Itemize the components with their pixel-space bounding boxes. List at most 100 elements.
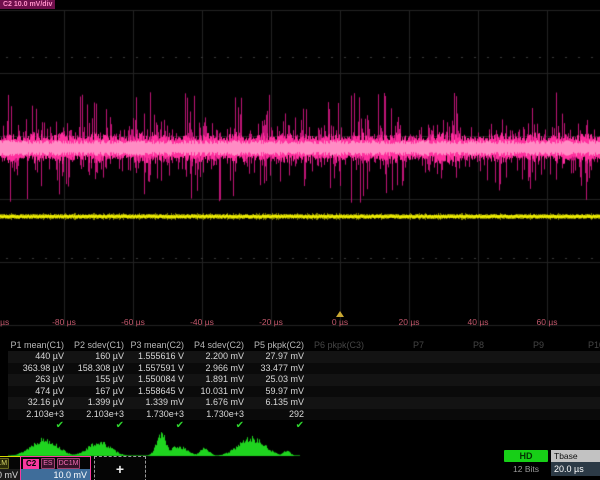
trace-descriptor-overlay: C2 10.0 mV/div xyxy=(0,0,55,9)
timebase-value: 20.0 µs xyxy=(551,462,600,476)
measurement-value: 1.555616 V xyxy=(128,351,188,363)
c2-volts-per-div: 10.0 mV xyxy=(21,469,90,480)
c1-coupling-badge: DC1M xyxy=(0,458,9,469)
measurement-value xyxy=(308,363,368,375)
c1-volts-per-div: 5.00 mV xyxy=(0,469,21,480)
measurement-value xyxy=(488,363,548,375)
measurement-header-p5[interactable]: P5 pkpk(C2) xyxy=(248,339,308,351)
time-axis-label: -80 µs xyxy=(40,317,88,327)
channel-c1-descriptor[interactable]: C1 DC1M 5.00 mV xyxy=(0,456,22,480)
measurement-row: ✔✔✔✔✔ xyxy=(8,420,600,431)
measurement-value: 263 µV xyxy=(8,374,68,386)
timebase-label: Tbase xyxy=(551,450,600,462)
measurement-value xyxy=(548,409,600,421)
measurement-value xyxy=(428,363,488,375)
measurement-header-p8[interactable]: P8 xyxy=(428,339,488,351)
measurement-header-p10[interactable]: P10 xyxy=(548,339,600,351)
measurement-value xyxy=(488,397,548,409)
measurement-value: 1.399 µV xyxy=(68,397,128,409)
measurement-value: 1.891 mV xyxy=(188,374,248,386)
timebase-descriptor[interactable]: Tbase 20.0 µs xyxy=(551,450,600,480)
measurement-value: 158.308 µV xyxy=(68,363,128,375)
measurement-value xyxy=(428,397,488,409)
measurement-status-check xyxy=(548,420,600,431)
time-axis-label: 20 µs xyxy=(385,317,433,327)
measurement-value: 440 µV xyxy=(8,351,68,363)
measurement-status-check: ✔ xyxy=(188,420,248,431)
measurement-value: 2.966 mV xyxy=(188,363,248,375)
measurement-row: 263 µV155 µV1.550084 V1.891 mV25.03 mV xyxy=(8,374,600,386)
measurement-header-p6[interactable]: P6 pkpk(C3) xyxy=(308,339,368,351)
measurement-header-p1[interactable]: P1 mean(C1) xyxy=(8,339,68,351)
measurement-value xyxy=(548,386,600,398)
measurement-header-p9[interactable]: P9 xyxy=(488,339,548,351)
measurement-value: 2.103e+3 xyxy=(8,409,68,421)
measurement-value: 1.550084 V xyxy=(128,374,188,386)
measurement-value: 167 µV xyxy=(68,386,128,398)
measurement-value xyxy=(368,374,428,386)
measurement-value: 160 µV xyxy=(68,351,128,363)
measurement-value xyxy=(488,386,548,398)
measurement-value xyxy=(548,374,600,386)
hd-mode-badge[interactable]: HD xyxy=(504,450,548,462)
trigger-position-marker[interactable] xyxy=(336,311,344,317)
measurement-value xyxy=(488,374,548,386)
measurement-row: 2.103e+32.103e+31.730e+31.730e+3292 xyxy=(8,409,600,421)
measurement-value: 1.730e+3 xyxy=(188,409,248,421)
measurement-row: 440 µV160 µV1.555616 V2.200 mV27.97 mV xyxy=(8,351,600,363)
measurement-row: 363.98 µV158.308 µV1.557591 V2.966 mV33.… xyxy=(8,363,600,375)
measurement-value xyxy=(368,363,428,375)
measurement-value: 363.98 µV xyxy=(8,363,68,375)
hd-bits-label: 12 Bits xyxy=(504,464,548,474)
measurement-value xyxy=(428,409,488,421)
measurement-value xyxy=(308,409,368,421)
measurement-header-p4[interactable]: P4 sdev(C2) xyxy=(188,339,248,351)
measurement-header-p2[interactable]: P2 sdev(C1) xyxy=(68,339,128,351)
c2-coupling-badge: DC1M xyxy=(57,458,81,469)
measurement-value: 32.16 µV xyxy=(8,397,68,409)
measurement-row: 32.16 µV1.399 µV1.339 mV1.676 mV6.135 mV xyxy=(8,397,600,409)
measurement-value xyxy=(428,374,488,386)
measurement-status-check xyxy=(368,420,428,431)
measurement-status-check: ✔ xyxy=(68,420,128,431)
measurement-value: 33.477 mV xyxy=(248,363,308,375)
measurement-value xyxy=(488,409,548,421)
time-axis-label: 60 µs xyxy=(523,317,571,327)
waveform-display xyxy=(0,0,600,336)
measurement-table: P1 mean(C1)P2 sdev(C1)P3 mean(C2)P4 sdev… xyxy=(0,339,600,432)
measurement-value: 27.97 mV xyxy=(248,351,308,363)
measurement-value: 59.97 mV xyxy=(248,386,308,398)
measurement-value: 10.031 mV xyxy=(188,386,248,398)
time-axis-label: -40 µs xyxy=(178,317,226,327)
measurement-status-check xyxy=(488,420,548,431)
measurement-status-check: ✔ xyxy=(248,420,308,431)
time-axis-label: -60 µs xyxy=(109,317,157,327)
measurement-value xyxy=(308,351,368,363)
measurement-value: 474 µV xyxy=(8,386,68,398)
measurement-value xyxy=(308,374,368,386)
measurement-status-check xyxy=(308,420,368,431)
measurement-value: 25.03 mV xyxy=(248,374,308,386)
measurement-value xyxy=(368,409,428,421)
measurement-header-p3[interactable]: P3 mean(C2) xyxy=(128,339,188,351)
measurement-value xyxy=(548,397,600,409)
measurement-value: 1.676 mV xyxy=(188,397,248,409)
measurement-header-p7[interactable]: P7 xyxy=(368,339,428,351)
channel-c2-descriptor[interactable]: C2 ES DC1M 10.0 mV xyxy=(20,456,91,480)
measurement-value: 292 xyxy=(248,409,308,421)
measurement-value xyxy=(368,397,428,409)
measurement-value: 1.339 mV xyxy=(128,397,188,409)
measurement-value xyxy=(368,351,428,363)
time-axis-label: 40 µs xyxy=(454,317,502,327)
measurement-status-check xyxy=(428,420,488,431)
measurement-status-check: ✔ xyxy=(8,420,68,431)
measurement-value: 2.200 mV xyxy=(188,351,248,363)
time-axis: -100 µs-80 µs-60 µs-40 µs-20 µs0 µs20 µs… xyxy=(0,317,600,330)
measurement-value xyxy=(428,386,488,398)
add-trace-button[interactable]: + xyxy=(94,456,146,480)
measurement-value xyxy=(308,386,368,398)
measurement-value xyxy=(308,397,368,409)
measurement-value: 2.103e+3 xyxy=(68,409,128,421)
measurement-value: 1.558645 V xyxy=(128,386,188,398)
measurement-row: 474 µV167 µV1.558645 V10.031 mV59.97 mV xyxy=(8,386,600,398)
